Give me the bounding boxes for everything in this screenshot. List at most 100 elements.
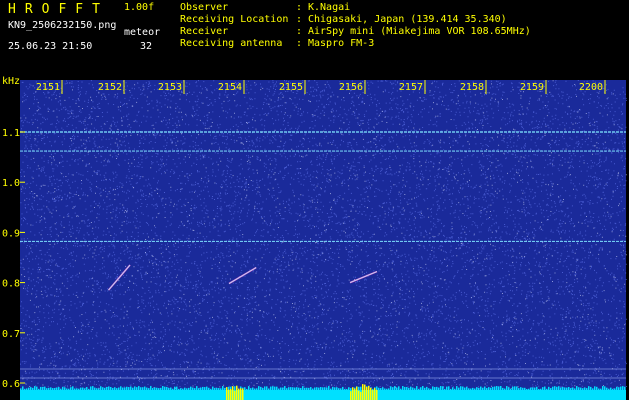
activity-tick [260, 386, 262, 390]
activity-tick [304, 387, 306, 390]
activity-tick [138, 386, 140, 390]
activity-burst [354, 388, 356, 400]
header-panel: HROFFT 1.00f KN9_2506232150.png meteor 2… [0, 0, 629, 72]
activity-tick [340, 388, 342, 390]
activity-tick [86, 387, 88, 390]
receiver-colon: : [296, 26, 303, 37]
activity-tick [204, 387, 206, 390]
version-label: 1.00f [124, 2, 155, 13]
activity-tick [320, 387, 322, 390]
activity-tick [110, 386, 112, 390]
activity-tick [302, 386, 304, 390]
activity-tick [290, 387, 292, 390]
activity-tick [48, 387, 50, 390]
activity-tick [134, 386, 136, 390]
activity-tick [166, 386, 168, 390]
activity-tick [106, 386, 108, 390]
activity-tick [190, 386, 192, 390]
activity-tick [330, 388, 332, 390]
activity-tick [104, 387, 106, 390]
activity-tick [326, 387, 328, 390]
activity-tick [506, 386, 508, 390]
activity-tick [36, 386, 38, 390]
activity-tick [516, 386, 518, 390]
activity-tick [540, 388, 542, 390]
activity-tick [192, 387, 194, 390]
activity-tick [344, 388, 346, 390]
activity-tick [30, 387, 32, 390]
activity-tick [270, 386, 272, 390]
activity-tick [32, 387, 34, 390]
activity-tick [596, 386, 598, 390]
activity-tick [74, 388, 76, 390]
activity-tick [126, 386, 128, 390]
activity-tick [318, 387, 320, 390]
location-value: Chigasaki, Japan (139.414 35.340) [308, 14, 507, 25]
activity-tick [250, 388, 252, 390]
activity-tick [542, 387, 544, 390]
activity-tick [594, 386, 596, 390]
activity-tick [90, 386, 92, 390]
activity-burst [230, 388, 232, 400]
activity-tick [392, 387, 394, 390]
activity-tick [578, 387, 580, 390]
activity-tick [620, 386, 622, 390]
app-logo: HROFFT [8, 2, 109, 17]
activity-tick [410, 386, 412, 390]
activity-tick [482, 387, 484, 390]
activity-tick [248, 386, 250, 390]
activity-tick [52, 388, 54, 390]
activity-tick [518, 388, 520, 390]
activity-tick [428, 388, 430, 390]
activity-tick [58, 387, 60, 390]
activity-tick [382, 387, 384, 390]
activity-tick [514, 386, 516, 390]
x-tick-label: 2155 [279, 82, 303, 93]
activity-tick [98, 388, 100, 390]
activity-tick [214, 387, 216, 390]
activity-tick [156, 387, 158, 390]
activity-tick [468, 388, 470, 390]
axis-unit-label: kHz [2, 76, 20, 87]
activity-tick [208, 387, 210, 390]
activity-tick [60, 388, 62, 390]
activity-tick [210, 388, 212, 390]
activity-tick [348, 387, 350, 390]
activity-tick [430, 388, 432, 390]
activity-tick [524, 387, 526, 390]
activity-tick [70, 387, 72, 390]
activity-tick [130, 386, 132, 390]
activity-tick [284, 386, 286, 390]
activity-tick [84, 388, 86, 390]
activity-tick [562, 386, 564, 390]
activity-tick [476, 387, 478, 390]
activity-tick [162, 386, 164, 390]
activity-tick [170, 387, 172, 390]
activity-tick [342, 386, 344, 390]
activity-tick [152, 387, 154, 390]
activity-tick [92, 386, 94, 390]
activity-tick [590, 386, 592, 390]
activity-tick [528, 388, 530, 390]
activity-burst [356, 386, 358, 400]
activity-tick [358, 386, 360, 390]
x-tick-label: 2200 [579, 82, 603, 93]
activity-tick [184, 387, 186, 390]
activity-tick [124, 387, 126, 390]
activity-tick [402, 386, 404, 390]
activity-tick [568, 387, 570, 390]
activity-tick [564, 387, 566, 390]
activity-tick [558, 386, 560, 390]
activity-burst [242, 388, 244, 400]
activity-tick [520, 387, 522, 390]
activity-tick [622, 386, 624, 390]
activity-tick [54, 388, 56, 390]
activity-tick [580, 387, 582, 390]
activity-tick [100, 386, 102, 390]
activity-tick [34, 386, 36, 390]
activity-tick [316, 387, 318, 390]
activity-tick [132, 387, 134, 390]
activity-tick [172, 388, 174, 390]
activity-tick [534, 387, 536, 390]
activity-burst [350, 391, 352, 400]
